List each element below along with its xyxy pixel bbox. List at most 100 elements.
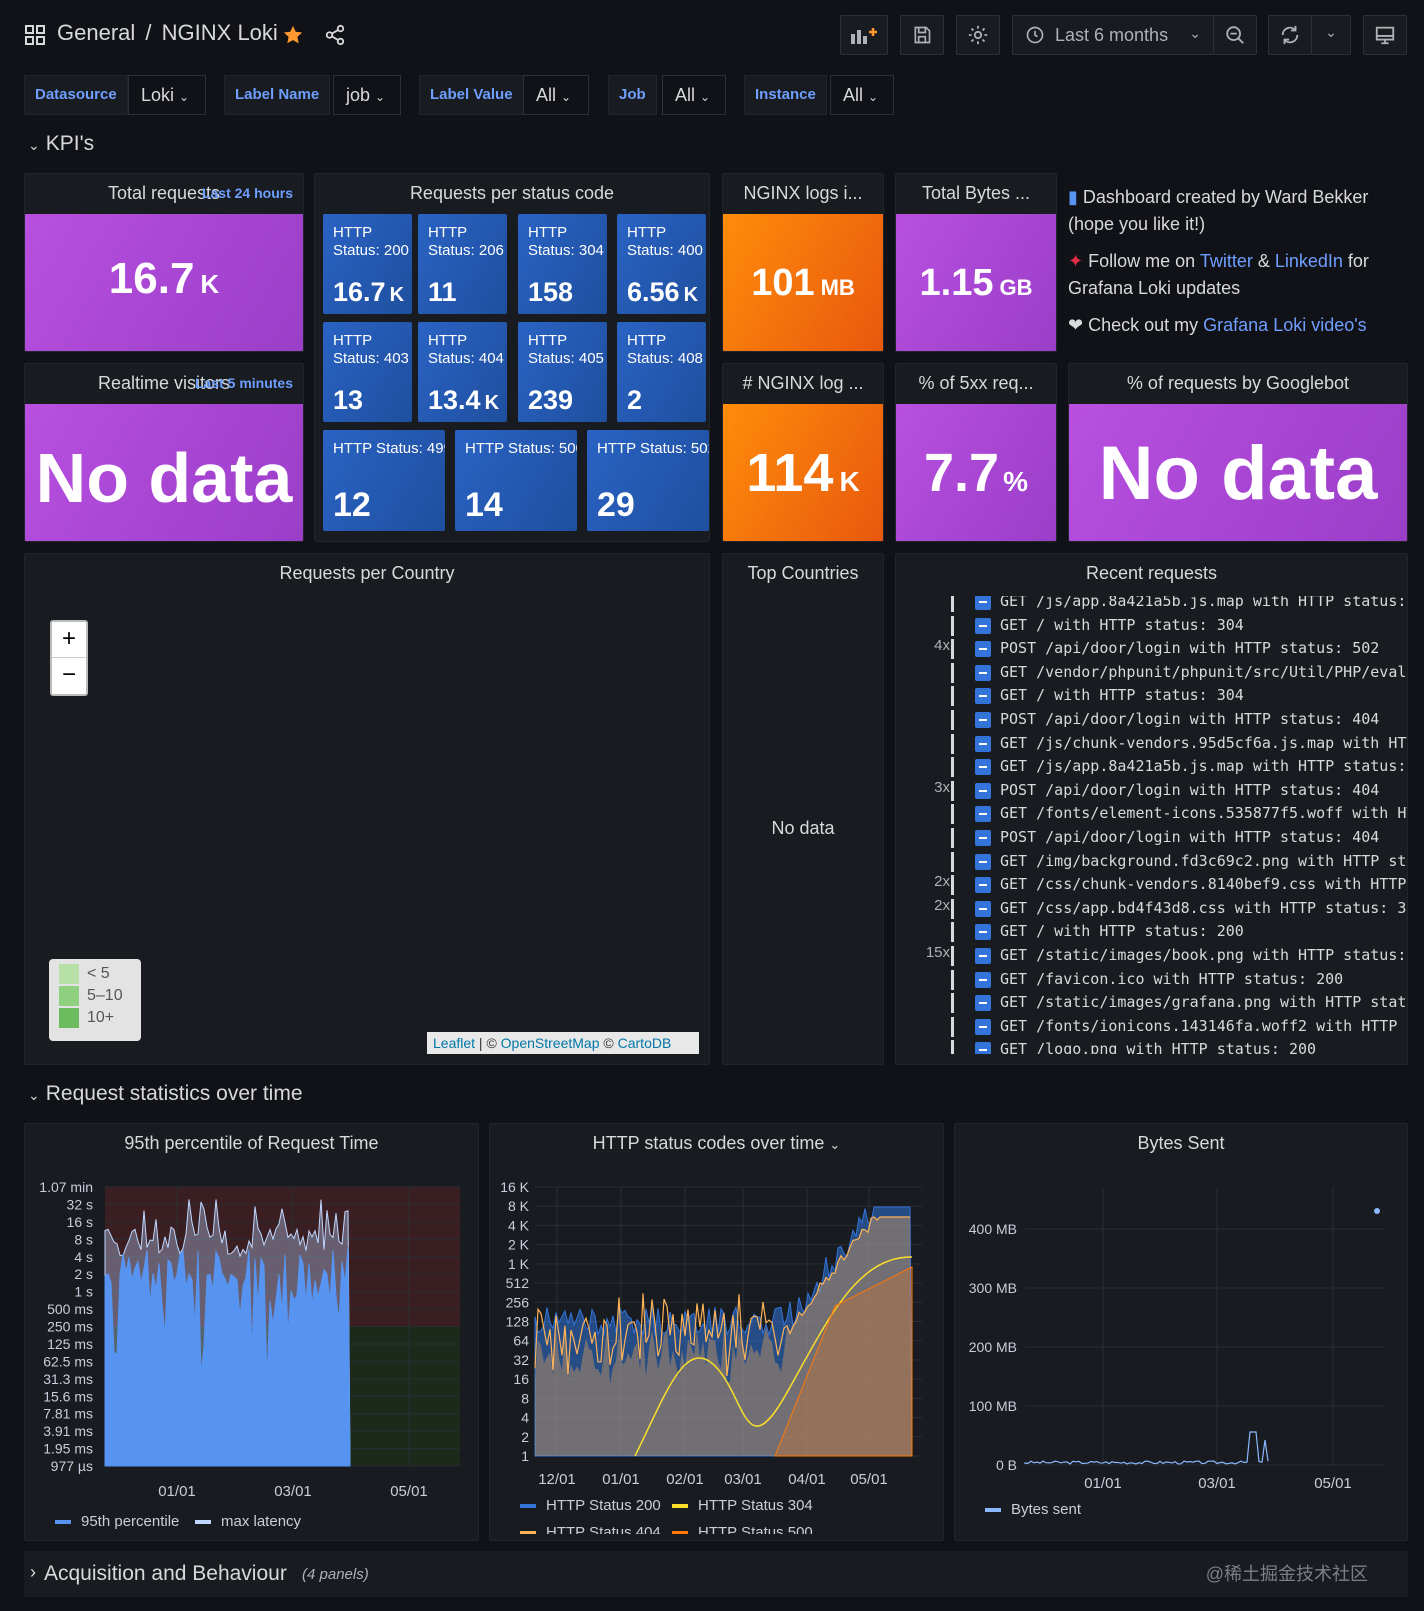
refresh-button[interactable] <box>1268 15 1312 55</box>
expand-icon[interactable] <box>975 782 991 799</box>
expand-icon[interactable] <box>975 641 991 658</box>
log-row[interactable]: 15x GET /static/images/book.png with HTTP… <box>896 944 1407 968</box>
expand-icon[interactable] <box>975 948 991 964</box>
dashboard-title[interactable]: NGINX Loki <box>162 20 278 45</box>
log-row[interactable]: GET / with HTTP status: 304 <box>896 684 1407 708</box>
row-kpis[interactable]: ⌄ KPI's <box>28 132 94 156</box>
panel-total-requests[interactable]: Total requests Last 24 hours 16.7 K <box>24 173 304 352</box>
row-acquisition[interactable]: › Acquisition and Behaviour (4 panels) @… <box>24 1551 1408 1597</box>
log-row[interactable]: 4x POST /api/door/login with HTTP status:… <box>896 637 1407 661</box>
expand-icon[interactable] <box>975 688 991 705</box>
log-row[interactable]: GET /vendor/phpunit/phpunit/src/Util/PHP… <box>896 661 1407 685</box>
zoom-out-button[interactable] <box>1213 15 1257 55</box>
star-icon[interactable] <box>282 24 304 51</box>
leaflet-link[interactable]: Leaflet <box>433 1035 475 1051</box>
var-select-label-value[interactable]: All ⌄ <box>523 75 589 115</box>
expand-icon[interactable] <box>975 759 991 776</box>
expand-icon[interactable] <box>975 735 991 752</box>
expand-icon[interactable] <box>975 924 991 941</box>
carto-link[interactable]: CartoDB <box>618 1035 672 1051</box>
log-row[interactable]: GET / with HTTP status: 304 <box>896 614 1407 638</box>
log-row[interactable]: GET /js/app.8a421a5b.js.map with HTTP st… <box>896 596 1407 614</box>
log-row[interactable]: GET /favicon.ico with HTTP status: 200 <box>896 968 1407 992</box>
panel-pct-5xx[interactable]: % of 5xx req... 7.7% <box>895 363 1057 542</box>
var-select-job[interactable]: All ⌄ <box>662 75 726 115</box>
panel-top-countries[interactable]: Top Countries No data <box>722 553 884 1065</box>
refresh-interval-dropdown[interactable]: ⌄ <box>1311 15 1351 55</box>
chart-icon: ▮ <box>1068 187 1078 207</box>
panel-googlebot[interactable]: % of requests by Googlebot No data <box>1068 363 1408 542</box>
log-row[interactable]: 2x GET /css/app.bd4f43d8.css with HTTP st… <box>896 897 1407 921</box>
expand-icon[interactable] <box>975 1042 991 1054</box>
panel-bytes-sent[interactable]: Bytes Sent 400 MB 300 MB 200 MB 100 MB 0 B 01… <box>954 1123 1408 1541</box>
panel-total-bytes[interactable]: Total Bytes ... 1.15 GB <box>895 173 1057 352</box>
panel-nginx-logs-ingested[interactable]: NGINX logs i... 101 MB <box>722 173 884 352</box>
panel-title: Bytes Sent <box>1137 1133 1225 1153</box>
panel-requests-per-country[interactable]: Requests per Country + − < 5 5–10 10+ Le… <box>24 553 710 1065</box>
x-tick-label: 05/01 <box>390 1483 428 1500</box>
log-row[interactable]: GET / with HTTP status: 200 <box>896 920 1407 944</box>
chart-p95[interactable]: 1.07 min32 s 16 s8 s 4 s2 s 1 s500 ms 250 ms… <box>25 1164 479 1534</box>
var-value: job <box>346 85 371 105</box>
zoom-out-button[interactable]: − <box>52 658 86 694</box>
log-row[interactable]: GET /img/background.fd3c69c2.png with HT… <box>896 850 1407 874</box>
expand-icon[interactable] <box>975 617 991 634</box>
panel-title[interactable]: HTTP status codes over time ⌄ <box>490 1124 943 1162</box>
log-row[interactable]: GET /js/chunk-vendors.95d5cf6a.js.map wi… <box>896 732 1407 756</box>
video-link[interactable]: Grafana Loki video's <box>1203 315 1367 335</box>
twitter-link[interactable]: Twitter <box>1200 251 1253 271</box>
panel-realtime-visitors[interactable]: Realtime visitors Last 5 minutes No data <box>24 363 304 542</box>
chart-bytes-sent[interactable]: 400 MB 300 MB 200 MB 100 MB 0 B 01/01 03/01 05/… <box>955 1164 1408 1534</box>
log-row[interactable]: GET /fonts/ionicons.143146fa.woff2 with … <box>896 1015 1407 1039</box>
panel-requests-per-status[interactable]: Requests per status code HTTP Status: 20… <box>314 173 710 542</box>
share-icon[interactable] <box>324 24 346 51</box>
panel-recent-requests[interactable]: Recent requests GET /js/app.8a421a5b.js.… <box>895 553 1408 1065</box>
expand-icon[interactable] <box>975 830 991 846</box>
expand-icon[interactable] <box>975 877 991 894</box>
log-row[interactable]: POST /api/door/login with HTTP status: 4… <box>896 708 1407 732</box>
log-row[interactable]: GET /logo.png with HTTP status: 200 <box>896 1038 1407 1054</box>
expand-icon[interactable] <box>975 712 991 728</box>
log-line: GET / with HTTP status: 304 <box>1000 615 1244 634</box>
status-cell: HTTP Status: 404 13.4 K <box>418 322 507 422</box>
log-row[interactable]: 3x POST /api/door/login with HTTP status:… <box>896 779 1407 803</box>
linkedin-link[interactable]: LinkedIn <box>1275 251 1343 271</box>
panel-nginx-log-count[interactable]: # NGINX log ... 114 K <box>722 363 884 542</box>
kiosk-mode-button[interactable] <box>1363 15 1407 55</box>
dashboards-icon[interactable] <box>24 24 46 46</box>
log-row[interactable]: 2x GET /css/chunk-vendors.8140bef9.css wi… <box>896 873 1407 897</box>
log-list[interactable]: GET /js/app.8a421a5b.js.map with HTTP st… <box>896 596 1407 1054</box>
expand-icon[interactable] <box>975 971 991 988</box>
var-select-label-name[interactable]: job ⌄ <box>333 75 401 115</box>
expand-icon[interactable] <box>975 596 991 610</box>
panel-title: 95th percentile of Request Time <box>124 1133 379 1153</box>
expand-icon[interactable] <box>975 853 991 870</box>
expand-icon[interactable] <box>975 1018 991 1035</box>
log-row[interactable]: GET /js/app.8a421a5b.js.map with HTTP st… <box>896 755 1407 779</box>
panel-p95-request-time[interactable]: 95th percentile of Request Time 1.07 min… <box>24 1123 479 1541</box>
breadcrumb-folder[interactable]: General <box>57 20 135 45</box>
time-picker[interactable]: Last 6 months ⌄ <box>1012 15 1214 55</box>
legend-swatch <box>520 1504 536 1508</box>
expand-icon[interactable] <box>975 806 991 823</box>
expand-icon[interactable] <box>975 664 991 681</box>
text-line-follow: ✦ Follow me on Twitter & LinkedIn for Gr… <box>1068 251 1369 298</box>
expand-icon[interactable] <box>975 995 991 1012</box>
log-row[interactable]: GET /static/images/grafana.png with HTTP… <box>896 991 1407 1015</box>
x-tick-label: 01/01 <box>158 1483 196 1500</box>
log-row[interactable]: GET /fonts/element-icons.535877f5.woff w… <box>896 802 1407 826</box>
panel-http-status-over-time[interactable]: HTTP status codes over time ⌄ 16 K 8 K 4 K… <box>489 1123 944 1541</box>
expand-icon[interactable] <box>975 900 991 917</box>
save-dashboard-button[interactable] <box>900 15 944 55</box>
chart-http-status[interactable]: 16 K 8 K 4 K 2 K 1 K 512 256 128 64 32 16 8 4 2 1 12/01… <box>490 1164 944 1534</box>
log-row[interactable]: POST /api/door/login with HTTP status: 4… <box>896 826 1407 850</box>
var-value: All <box>675 85 696 105</box>
legend-item: HTTP Status 304 <box>698 1497 813 1514</box>
row-request-statistics[interactable]: ⌄ Request statistics over time <box>28 1082 303 1106</box>
settings-button[interactable] <box>956 15 1000 55</box>
osm-link[interactable]: OpenStreetMap <box>501 1035 600 1051</box>
var-select-instance[interactable]: All ⌄ <box>830 75 894 115</box>
add-panel-button[interactable] <box>840 15 888 55</box>
zoom-in-button[interactable]: + <box>52 622 86 658</box>
var-select-datasource[interactable]: Loki ⌄ <box>128 75 206 115</box>
